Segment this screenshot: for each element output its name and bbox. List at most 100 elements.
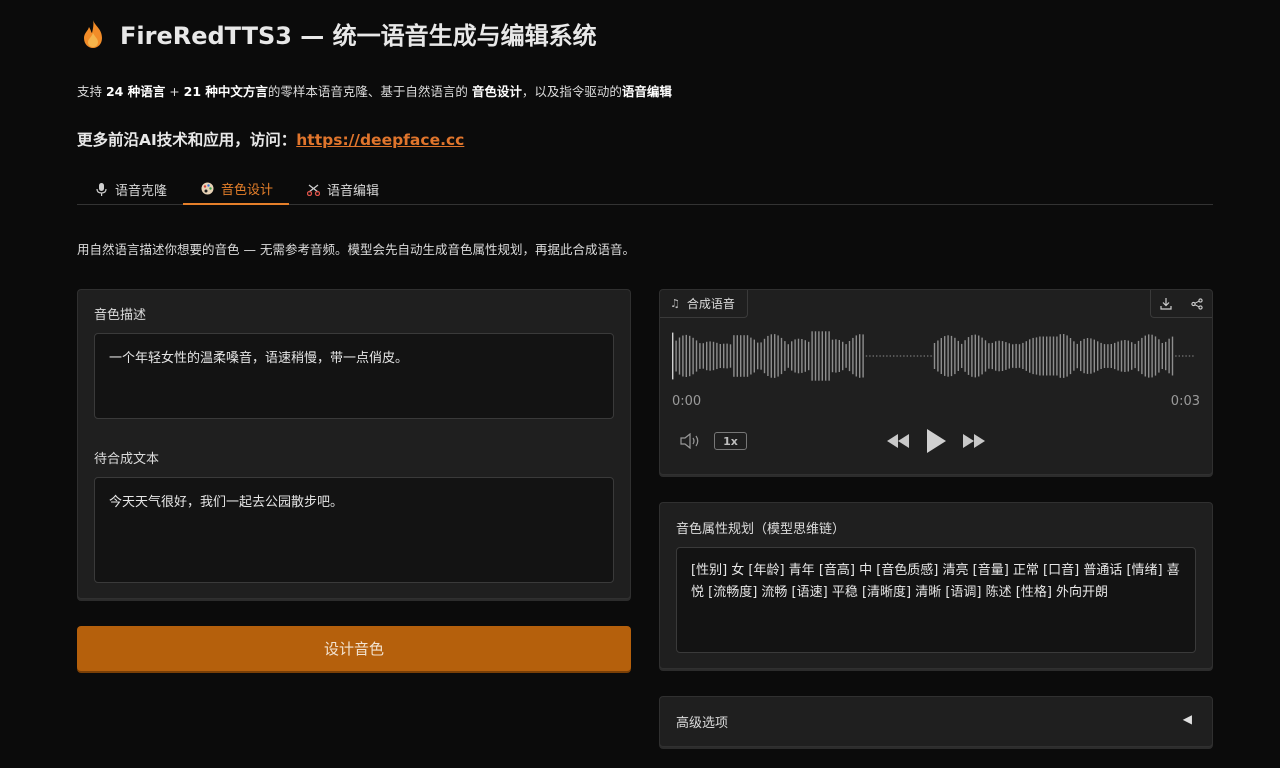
waveform-bar <box>784 341 786 371</box>
share-icon[interactable] <box>1191 297 1203 310</box>
voice-description-input[interactable]: 一个年轻女性的温柔嗓音，语速稍慢，带一点俏皮。 <box>94 333 614 419</box>
audio-label-tag: ♫ 合成语音 <box>660 290 748 318</box>
rewind-icon[interactable] <box>886 433 910 449</box>
waveform-bar <box>838 340 840 372</box>
waveform-bar <box>910 355 912 357</box>
waveform-bar <box>930 355 932 357</box>
waveform-bar <box>1124 340 1126 372</box>
more-label: 更多前沿AI技术和应用，访问： <box>77 131 297 149</box>
tab-label: 音色设计 <box>221 183 274 198</box>
waveform-bar <box>855 335 857 377</box>
waveform-bar <box>814 331 817 381</box>
waveform-bar <box>1025 341 1027 371</box>
waveform-bar <box>828 331 830 381</box>
fast-forward-icon[interactable] <box>962 433 986 449</box>
waveform-bar <box>1093 339 1095 373</box>
palette-icon <box>201 182 214 195</box>
waveform-bar <box>978 335 980 377</box>
waveform-bar <box>1151 334 1153 378</box>
audio-actions <box>1150 290 1212 318</box>
subtitle-text: ，以及指令驱动的 <box>521 84 622 99</box>
subtitle-bold-editing: 语音编辑 <box>621 84 672 99</box>
waveform-bar <box>1083 338 1085 374</box>
waveform-bar <box>736 335 738 377</box>
input-panel: 音色描述 一个年轻女性的温柔嗓音，语速稍慢，带一点俏皮。 待合成文本 今天天气很… <box>77 289 631 599</box>
playback-speed-button[interactable]: 1x <box>714 432 747 450</box>
waveform-bar <box>1120 340 1123 372</box>
waveform-bar <box>961 343 963 368</box>
waveform-bar <box>1015 343 1017 369</box>
synthesis-text-input[interactable]: 今天天气很好，我们一起去公园散步吧。 <box>94 477 614 583</box>
waveform-bar <box>1008 343 1010 369</box>
waveform-bar <box>757 342 759 370</box>
download-icon[interactable] <box>1160 297 1172 310</box>
tab-voice-design[interactable]: 音色设计 <box>183 174 290 205</box>
waveform-bar <box>743 335 745 377</box>
waveform-bar <box>1144 335 1146 377</box>
audio-label: 合成语音 <box>686 297 735 311</box>
waveform-bar <box>852 337 854 375</box>
waveform-bar <box>933 343 936 369</box>
play-icon[interactable] <box>925 428 947 454</box>
waveform-bar <box>1178 355 1180 357</box>
waveform-bar <box>998 340 1000 372</box>
waveform-bar <box>1154 336 1157 376</box>
waveform-bar <box>753 339 755 373</box>
waveform-bar <box>1175 355 1177 357</box>
subtitle-bold-languages: 24 种语言 <box>105 84 166 99</box>
subtitle: 支持 24 种语言 + 21 种中文方言的零样本语音克隆、基于自然语言的 音色设… <box>77 81 672 100</box>
time-end: 0:03 <box>1170 394 1200 409</box>
waveform-bar <box>1103 344 1106 368</box>
waveform-bar <box>777 335 779 377</box>
microphone-icon <box>95 182 108 196</box>
waveform-bar <box>995 341 997 371</box>
advanced-options-label: 高级选项 <box>676 716 729 731</box>
design-voice-button[interactable]: 设计音色 <box>77 626 631 671</box>
waveform-bar <box>699 343 701 369</box>
attribute-plan-output[interactable]: [性别] 女 [年龄] 青年 [音高] 中 [音色质感] 清亮 [音量] 正常 … <box>676 547 1196 653</box>
waveform-bar <box>672 332 674 380</box>
audio-panel: ♫ 合成语音 0:00 0:03 1x <box>659 289 1213 475</box>
waveform-bar <box>1117 341 1119 371</box>
waveform-bar <box>733 335 735 377</box>
tab-label: 语音编辑 <box>327 183 380 199</box>
waveform-bar <box>1192 355 1194 357</box>
waveform-bar <box>1039 336 1041 376</box>
waveform-bar <box>729 344 732 368</box>
waveform-bar <box>1134 343 1136 369</box>
waveform-bar <box>780 337 783 375</box>
waveform-bar <box>1076 343 1078 369</box>
waveform-bar <box>723 343 725 369</box>
waveform-bar <box>940 338 942 374</box>
waveform[interactable] <box>670 326 1200 386</box>
volume-icon[interactable] <box>680 433 702 449</box>
waveform-bar <box>862 334 864 378</box>
waveform-bar <box>991 342 993 370</box>
waveform-bar <box>825 331 827 381</box>
time-start: 0:00 <box>672 394 702 409</box>
waveform-bar <box>1158 339 1160 373</box>
scissors-icon <box>307 183 321 196</box>
waveform-bar <box>859 334 861 378</box>
tab-voice-clone[interactable]: 语音克隆 <box>77 174 183 204</box>
waveform-bar <box>689 335 691 377</box>
waveform-bar <box>1127 340 1129 372</box>
waveform-bar <box>682 335 684 377</box>
waveform-bar <box>1110 344 1112 368</box>
waveform-bar <box>726 343 728 369</box>
waveform-bar <box>1086 338 1089 374</box>
waveform-bar <box>774 334 776 378</box>
waveform-bar <box>1032 337 1034 375</box>
flame-icon <box>84 19 102 48</box>
music-note-icon: ♫ <box>670 297 680 310</box>
waveform-bar <box>876 355 878 357</box>
advanced-options-accordion[interactable]: 高级选项 ◀ <box>659 696 1213 747</box>
deepface-link[interactable]: https://deepface.cc <box>296 131 464 149</box>
waveform-bar <box>685 334 687 377</box>
tab-voice-edit[interactable]: 语音编辑 <box>289 174 395 204</box>
waveform-bar <box>750 337 752 375</box>
waveform-bar <box>1131 342 1133 370</box>
voice-desc-label: 音色描述 <box>94 308 147 323</box>
waveform-bar <box>1090 338 1092 374</box>
waveform-bar <box>770 334 772 378</box>
